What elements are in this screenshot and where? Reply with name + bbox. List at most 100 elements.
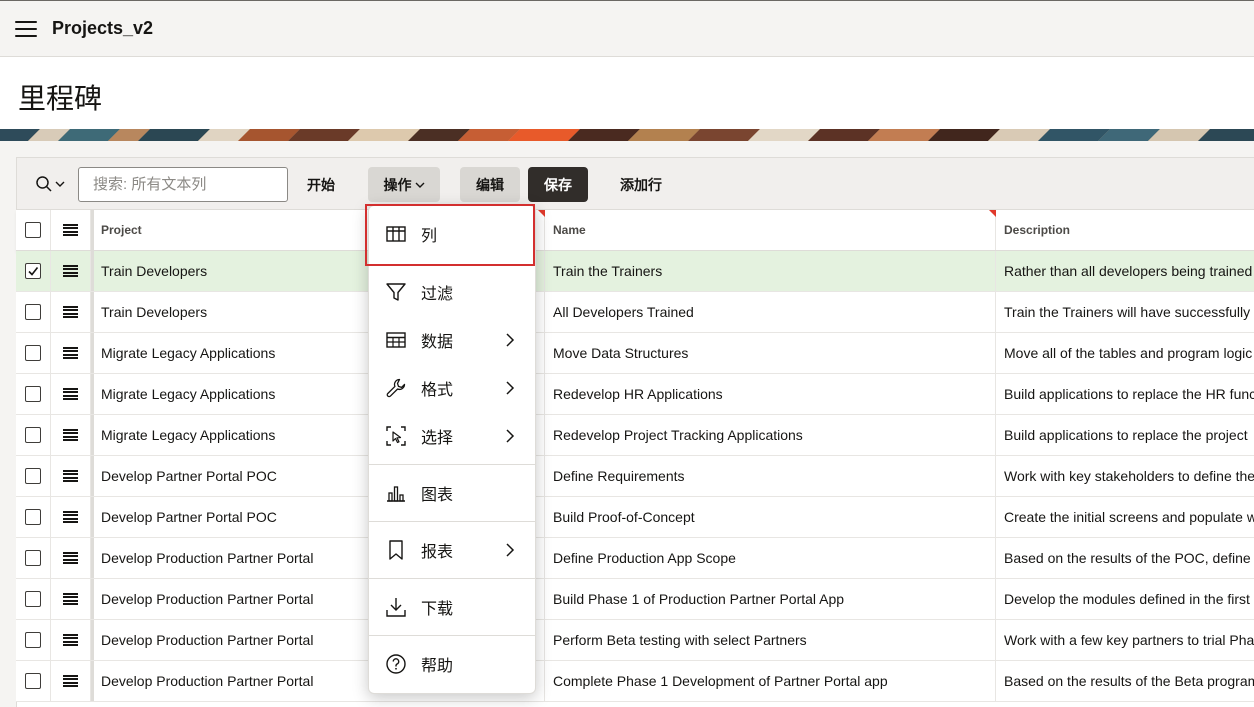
menu-item-label: 过滤: [421, 286, 454, 303]
page-title: 里程碑: [18, 82, 103, 115]
cell-description[interactable]: Rather than all developers being trained: [996, 251, 1254, 291]
header-row-menu-cell: [51, 210, 91, 250]
save-button[interactable]: 保存: [528, 167, 588, 202]
grid-toolbar: 开始 操作 编辑 保存 添加行: [16, 157, 1254, 210]
table-row[interactable]: Migrate Legacy Applications Redevelop HR …: [16, 374, 1254, 415]
list-icon[interactable]: [63, 224, 78, 236]
row-actions-menu-icon[interactable]: [63, 429, 78, 441]
column-header-description[interactable]: Description: [996, 210, 1254, 250]
table-row[interactable]: Develop Partner Portal POC Build Proof-of…: [16, 497, 1254, 538]
cell-description[interactable]: Build applications to replace the projec…: [996, 415, 1254, 455]
table-row[interactable]: Develop Production Partner Portal Define …: [16, 538, 1254, 579]
row-select-cell: [16, 251, 51, 291]
table-row[interactable]: Train Developers All Developers Trained Tr…: [16, 292, 1254, 333]
row-actions-menu-icon[interactable]: [63, 511, 78, 523]
table-row[interactable]: Develop Production Partner Portal Perform…: [16, 620, 1254, 661]
row-select-cell: [16, 538, 51, 578]
wrench-icon: [385, 377, 407, 399]
select-all-checkbox[interactable]: [25, 222, 41, 238]
menu-item-columns[interactable]: 列: [369, 210, 535, 258]
menu-item-format[interactable]: 格式: [369, 364, 535, 412]
row-checkbox[interactable]: [25, 509, 41, 525]
column-header-name[interactable]: Name: [545, 210, 996, 250]
menu-item-label: 选择: [421, 430, 454, 447]
cell-name[interactable]: Redevelop HR Applications: [545, 374, 996, 414]
row-checkbox[interactable]: [25, 591, 41, 607]
cell-description[interactable]: Work with key stakeholders to define the: [996, 456, 1254, 496]
table-row[interactable]: Develop Production Partner Portal Build P…: [16, 579, 1254, 620]
row-checkbox[interactable]: [25, 632, 41, 648]
menu-item-filter[interactable]: 过滤: [369, 268, 535, 316]
actions-menu-button[interactable]: 操作: [368, 167, 440, 202]
row-actions-cell: [51, 538, 91, 578]
columns-icon: [385, 223, 407, 245]
cell-description[interactable]: Move all of the tables and program logic: [996, 333, 1254, 373]
start-button[interactable]: 开始: [293, 167, 349, 202]
cell-description[interactable]: Train the Trainers will have successfull…: [996, 292, 1254, 332]
cell-name[interactable]: All Developers Trained: [545, 292, 996, 332]
row-checkbox[interactable]: [25, 263, 41, 279]
cell-description[interactable]: Work with a few key partners to trial Ph…: [996, 620, 1254, 660]
cell-name[interactable]: Build Proof-of-Concept: [545, 497, 996, 537]
menu-item-label: 报表: [421, 544, 454, 561]
cell-name[interactable]: Define Production App Scope: [545, 538, 996, 578]
app-title[interactable]: Projects_v2: [52, 18, 153, 39]
row-actions-cell: [51, 579, 91, 619]
search-scope-selector[interactable]: [35, 175, 65, 193]
table-row[interactable]: Develop Partner Portal POC Define Require…: [16, 456, 1254, 497]
row-actions-cell: [51, 497, 91, 537]
chevron-right-icon: [505, 380, 517, 396]
add-row-button[interactable]: 添加行: [608, 167, 674, 202]
cell-name[interactable]: Perform Beta testing with select Partner…: [545, 620, 996, 660]
menu-item-data[interactable]: 数据: [369, 316, 535, 364]
table-row[interactable]: Migrate Legacy Applications Move Data Str…: [16, 333, 1254, 374]
row-checkbox[interactable]: [25, 386, 41, 402]
row-select-cell: [16, 374, 51, 414]
row-checkbox[interactable]: [25, 427, 41, 443]
search-input[interactable]: [78, 167, 288, 202]
grid-header-row: Project Name Description: [16, 210, 1254, 251]
row-checkbox[interactable]: [25, 550, 41, 566]
table-row[interactable]: Train Developers Train the Trainers Rather…: [16, 251, 1254, 292]
cell-name[interactable]: Complete Phase 1 Development of Partner …: [545, 661, 996, 701]
hamburger-menu-icon[interactable]: [15, 20, 37, 37]
row-actions-menu-icon[interactable]: [63, 388, 78, 400]
menu-item-selection[interactable]: 选择: [369, 412, 535, 460]
grid-body: Train Developers Train the Trainers Rather…: [16, 251, 1254, 702]
menu-item-download[interactable]: 下载: [369, 583, 535, 631]
cell-name[interactable]: Redevelop Project Tracking Applications: [545, 415, 996, 455]
cell-name[interactable]: Train the Trainers: [545, 251, 996, 291]
menu-item-help[interactable]: 帮助: [369, 640, 535, 688]
cell-name[interactable]: Define Requirements: [545, 456, 996, 496]
row-actions-menu-icon[interactable]: [63, 675, 78, 687]
table-row[interactable]: Develop Production Partner Portal Complet…: [16, 661, 1254, 702]
cell-description[interactable]: Based on the results of the Beta program: [996, 661, 1254, 701]
row-actions-menu-icon[interactable]: [63, 593, 78, 605]
row-actions-menu-icon[interactable]: [63, 347, 78, 359]
cell-name[interactable]: Move Data Structures: [545, 333, 996, 373]
row-actions-menu-icon[interactable]: [63, 470, 78, 482]
row-actions-menu-icon[interactable]: [63, 634, 78, 646]
cell-description[interactable]: Create the initial screens and populate …: [996, 497, 1254, 537]
row-checkbox[interactable]: [25, 304, 41, 320]
cell-description[interactable]: Build applications to replace the HR fun…: [996, 374, 1254, 414]
row-select-cell: [16, 333, 51, 373]
edit-button[interactable]: 编辑: [460, 167, 520, 202]
menu-item-chart[interactable]: 图表: [369, 469, 535, 517]
cell-name[interactable]: Build Phase 1 of Production Partner Port…: [545, 579, 996, 619]
bookmark-icon: [385, 539, 407, 561]
row-actions-cell: [51, 374, 91, 414]
row-checkbox[interactable]: [25, 673, 41, 689]
search-icon: [36, 176, 52, 192]
row-actions-menu-icon[interactable]: [63, 552, 78, 564]
row-actions-menu-icon[interactable]: [63, 306, 78, 318]
menu-item-report[interactable]: 报表: [369, 526, 535, 574]
table-row[interactable]: Migrate Legacy Applications Redevelop Pro…: [16, 415, 1254, 456]
cell-description[interactable]: Based on the results of the POC, define …: [996, 538, 1254, 578]
row-actions-menu-icon[interactable]: [63, 265, 78, 277]
row-checkbox[interactable]: [25, 345, 41, 361]
row-checkbox[interactable]: [25, 468, 41, 484]
cell-description[interactable]: Develop the modules defined in the first: [996, 579, 1254, 619]
chevron-right-icon: [505, 428, 517, 444]
menu-item-label: 列: [421, 228, 438, 245]
